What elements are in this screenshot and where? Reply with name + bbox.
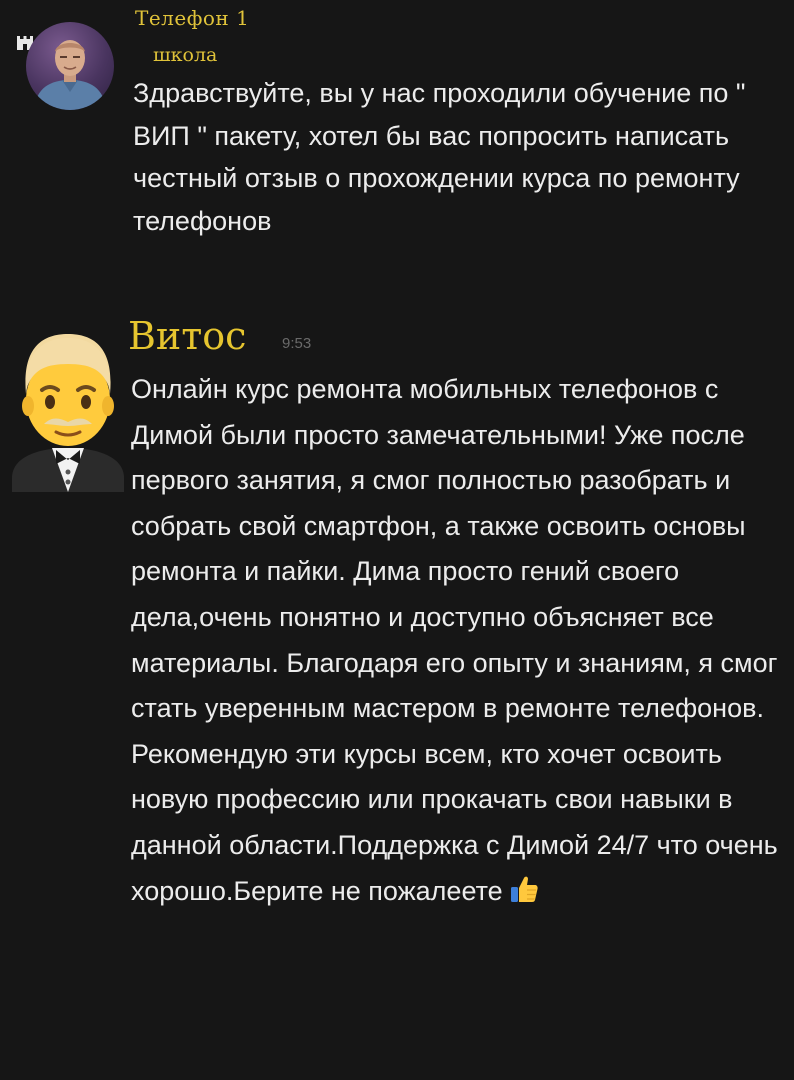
sender-name[interactable]: Витос <box>128 314 246 358</box>
sender-avatar-photo[interactable] <box>26 22 114 110</box>
thumbs-up-icon <box>510 876 538 902</box>
message-body: Онлайн курс ремонта мобильных телефонов … <box>131 374 778 906</box>
man-in-tuxedo-emoji-icon[interactable] <box>10 320 126 492</box>
sender-subtitle: школа <box>153 44 218 66</box>
message-timestamp: 9:53 <box>282 335 312 352</box>
message-request: Телефон 1 школа Здравствуйте, вы у нас п… <box>0 0 794 300</box>
person-photo-icon <box>34 40 106 110</box>
message-review: Витос 9:53 Онлайн курс ремонта мобильных… <box>0 300 794 1080</box>
message-text: Здравствуйте, вы у нас проходили обучени… <box>133 78 746 236</box>
sender-name[interactable]: Телефон 1 <box>135 6 249 30</box>
message-text: Онлайн курс ремонта мобильных телефонов … <box>131 367 781 914</box>
